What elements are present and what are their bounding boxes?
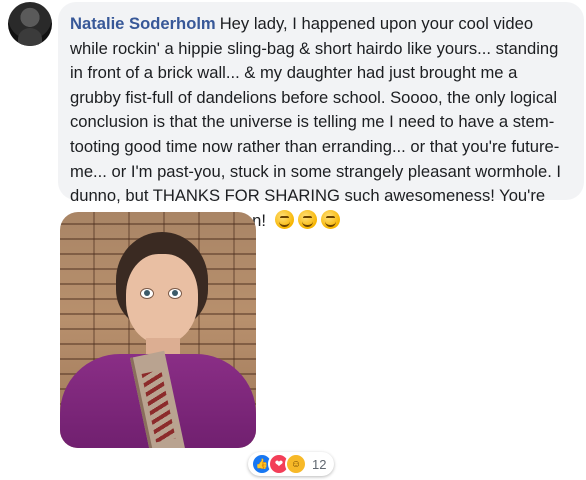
smile-emoji-icon	[274, 209, 294, 229]
attached-photo[interactable]	[60, 212, 256, 448]
laughing-emoji-icon	[297, 209, 317, 229]
commenter-avatar[interactable]	[8, 2, 52, 46]
comment-author-link[interactable]: Natalie Soderholm	[70, 14, 216, 33]
comment-bubble: Natalie Soderholm Hey lady, I happened up…	[58, 2, 584, 230]
comment-text: Hey lady, I happened upon your cool vide…	[70, 14, 562, 230]
wink-emoji-icon	[320, 209, 340, 229]
photo-face	[126, 254, 198, 344]
reactions-count: 12	[312, 456, 327, 472]
photo-left-eye	[140, 288, 154, 299]
haha-icon: ☺	[285, 453, 307, 475]
photo-right-eye	[168, 288, 182, 299]
reactions-summary[interactable]: 👍 ❤ ☺ 12	[248, 452, 335, 476]
